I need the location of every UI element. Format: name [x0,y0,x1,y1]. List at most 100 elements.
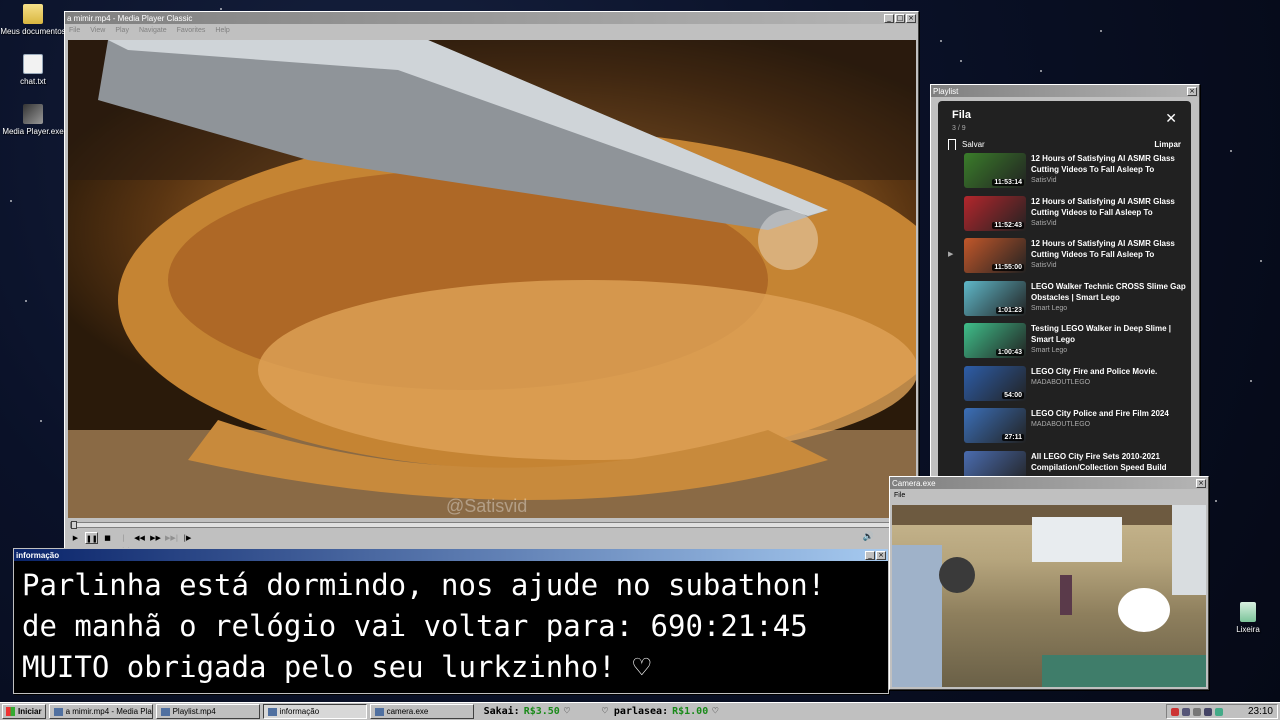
seek-bar[interactable] [70,521,912,529]
next-button[interactable]: ▶▶| [165,532,178,544]
video-title: 12 Hours of Satisfying AI ASMR Glass Cut… [1031,154,1175,174]
queue-item[interactable]: 27:11 LEGO City Police and Fire Film 2024… [938,408,1191,451]
desktop-icon-recycle-bin[interactable]: Lixeira [1215,602,1280,634]
start-button[interactable]: Iniciar [2,704,46,719]
media-player-icon [23,104,43,124]
task-label: Playlist.mp4 [172,707,216,716]
video-area[interactable]: @Satisvid [68,40,916,518]
playlist-titlebar[interactable]: Playlist × [931,85,1199,97]
playlist-window[interactable]: Playlist × Fila 3 / 9 ✕ Salvar Limpar 11… [930,84,1200,484]
desktop-icon-label: Media Player.exe [2,127,64,136]
close-button[interactable]: × [876,550,886,560]
close-button[interactable]: × [1196,478,1206,488]
video-thumbnail: 1:00:43 [964,323,1026,358]
heart-icon: ♡ [712,706,719,717]
video-thumbnail: 27:11 [964,408,1026,443]
desktop-icon-documents[interactable]: Meus documentos [0,4,66,36]
close-button[interactable]: × [1187,86,1197,96]
bookmark-icon [948,139,956,150]
display-icon[interactable] [1204,707,1212,716]
video-title: All LEGO City Fire Sets 2010-2021 Compil… [1031,451,1167,472]
video-frame: @Satisvid [68,40,916,518]
queue-item[interactable]: 54:00 LEGO City Fire and Police Movie. MAD… [938,365,1191,409]
info-message: Parlinha está dormindo, nos ajude no sub… [22,565,880,689]
video-channel: SatisVid [1031,177,1057,184]
queue-item[interactable]: 1:00:43 Testing LEGO Walker in Deep Slime… [938,323,1191,366]
maximize-button[interactable]: □ [895,13,905,23]
donation-amount: R$3.50 [523,706,560,717]
taskbar: Iniciar a mimir.mp4 - Media Playe... Pla… [0,702,1280,720]
antivirus-icon[interactable] [1171,707,1179,716]
folder-documents-icon [23,4,43,24]
window-title: Playlist [933,86,959,96]
queue-list: 11:53:14 12 Hours of Satisfying AI ASMR G… [938,153,1191,481]
menu-navigate[interactable]: Navigate [139,27,167,34]
media-player-window[interactable]: a mimir.mp4 - Media Player Classic _ □ ×… [64,11,919,554]
task-label: camera.exe [386,707,429,716]
playback-controls: ▶ ❚❚ ■ |◀◀ ◀◀ ▶▶ ▶▶| |▶ [69,532,194,554]
save-button[interactable]: Salvar [962,140,985,149]
text-file-icon [23,54,43,74]
queue-panel: Fila 3 / 9 ✕ Salvar Limpar 11:53:14 12 Ho… [938,101,1191,481]
recycle-bin-icon [1240,602,1256,622]
menu-view[interactable]: View [90,27,105,34]
camera-menubar: File [890,489,1208,501]
video-title: 12 Hours of Satisfying AI ASMR Glass Cut… [1031,239,1175,259]
seek-thumb[interactable] [71,521,77,529]
rewind-button[interactable]: ◀◀ [133,532,146,544]
play-button[interactable]: ▶ [69,532,82,544]
video-duration: 1:01:23 [995,306,1024,314]
close-button[interactable]: × [906,13,916,23]
camera-window[interactable]: Camera.exe × File [889,476,1209,690]
close-icon[interactable]: ✕ [1165,111,1177,127]
forward-button[interactable]: ▶▶ [149,532,162,544]
menu-play[interactable]: Play [115,27,129,34]
camera-feed [892,505,1206,687]
desktop-icon-media-player[interactable]: Media Player.exe [0,104,66,136]
donor-name: ♡ parlasea: [601,706,669,717]
camera-titlebar[interactable]: Camera.exe × [890,477,1208,489]
window-title: informação [16,550,60,560]
queue-item[interactable]: 11:52:43 12 Hours of Satisfying AI ASMR G… [938,195,1191,239]
video-duration: 11:52:43 [992,221,1024,229]
system-tray: 23:10 [1166,704,1278,719]
pause-button[interactable]: ❚❚ [85,532,98,544]
frame-step-button[interactable]: |▶ [181,532,194,544]
clear-button[interactable]: Limpar [1154,140,1181,149]
network-icon[interactable] [1182,707,1190,716]
volume-icon[interactable] [1193,707,1201,716]
video-channel: SatisVid [1031,219,1057,227]
queue-item[interactable]: 11:53:14 12 Hours of Satisfying AI ASMR G… [938,153,1191,196]
desktop-icon-chat[interactable]: chat.txt [0,54,66,86]
info-line: de manhã o relógio vai voltar para: 690:… [22,609,808,643]
video-title: LEGO Walker Technic CROSS Slime Gap Obst… [1031,281,1186,302]
video-file-icon [160,707,170,716]
queue-item[interactable]: 1:01:23 LEGO Walker Technic CROSS Slime G… [938,280,1191,324]
menu-favorites[interactable]: Favorites [177,27,206,34]
task-camera[interactable]: camera.exe [369,704,474,719]
video-thumbnail: 54:00 [964,365,1026,401]
volume-icon[interactable]: 🔊 [863,532,874,542]
info-line: MUITO obrigada pelo seu lurkzinho! ♡ [22,650,651,684]
task-informacao[interactable]: informação [262,704,367,719]
menu-help[interactable]: Help [215,27,229,34]
minimize-button[interactable]: _ [865,550,875,560]
info-window[interactable]: informação _ × Parlinha está dormindo, n… [13,548,889,694]
stop-button[interactable]: ■ [101,532,114,544]
media-player-titlebar[interactable]: a mimir.mp4 - Media Player Classic _ □ × [65,12,918,24]
app-tray-icon[interactable] [1215,707,1223,716]
task-media-player[interactable]: a mimir.mp4 - Media Playe... [48,704,153,719]
now-playing-icon: ▶ [948,251,954,258]
menu-file[interactable]: File [69,27,80,34]
menu-file[interactable]: File [894,492,905,499]
video-thumbnail: 11:53:14 [964,153,1026,188]
task-playlist[interactable]: Playlist.mp4 [155,704,260,719]
minimize-button[interactable]: _ [884,13,894,23]
info-titlebar[interactable]: informação _ × [14,549,888,561]
video-channel: MADABOUTLEGO [1031,378,1091,386]
queue-item[interactable]: ▶ 11:55:00 12 Hours of Satisfying AI ASMR … [938,238,1191,281]
media-player-menubar: File View Play Navigate Favorites Help [65,24,918,36]
video-duration: 11:53:14 [992,179,1024,186]
previous-button[interactable]: |◀◀ [117,532,130,554]
clock[interactable]: 23:10 [1248,706,1273,717]
